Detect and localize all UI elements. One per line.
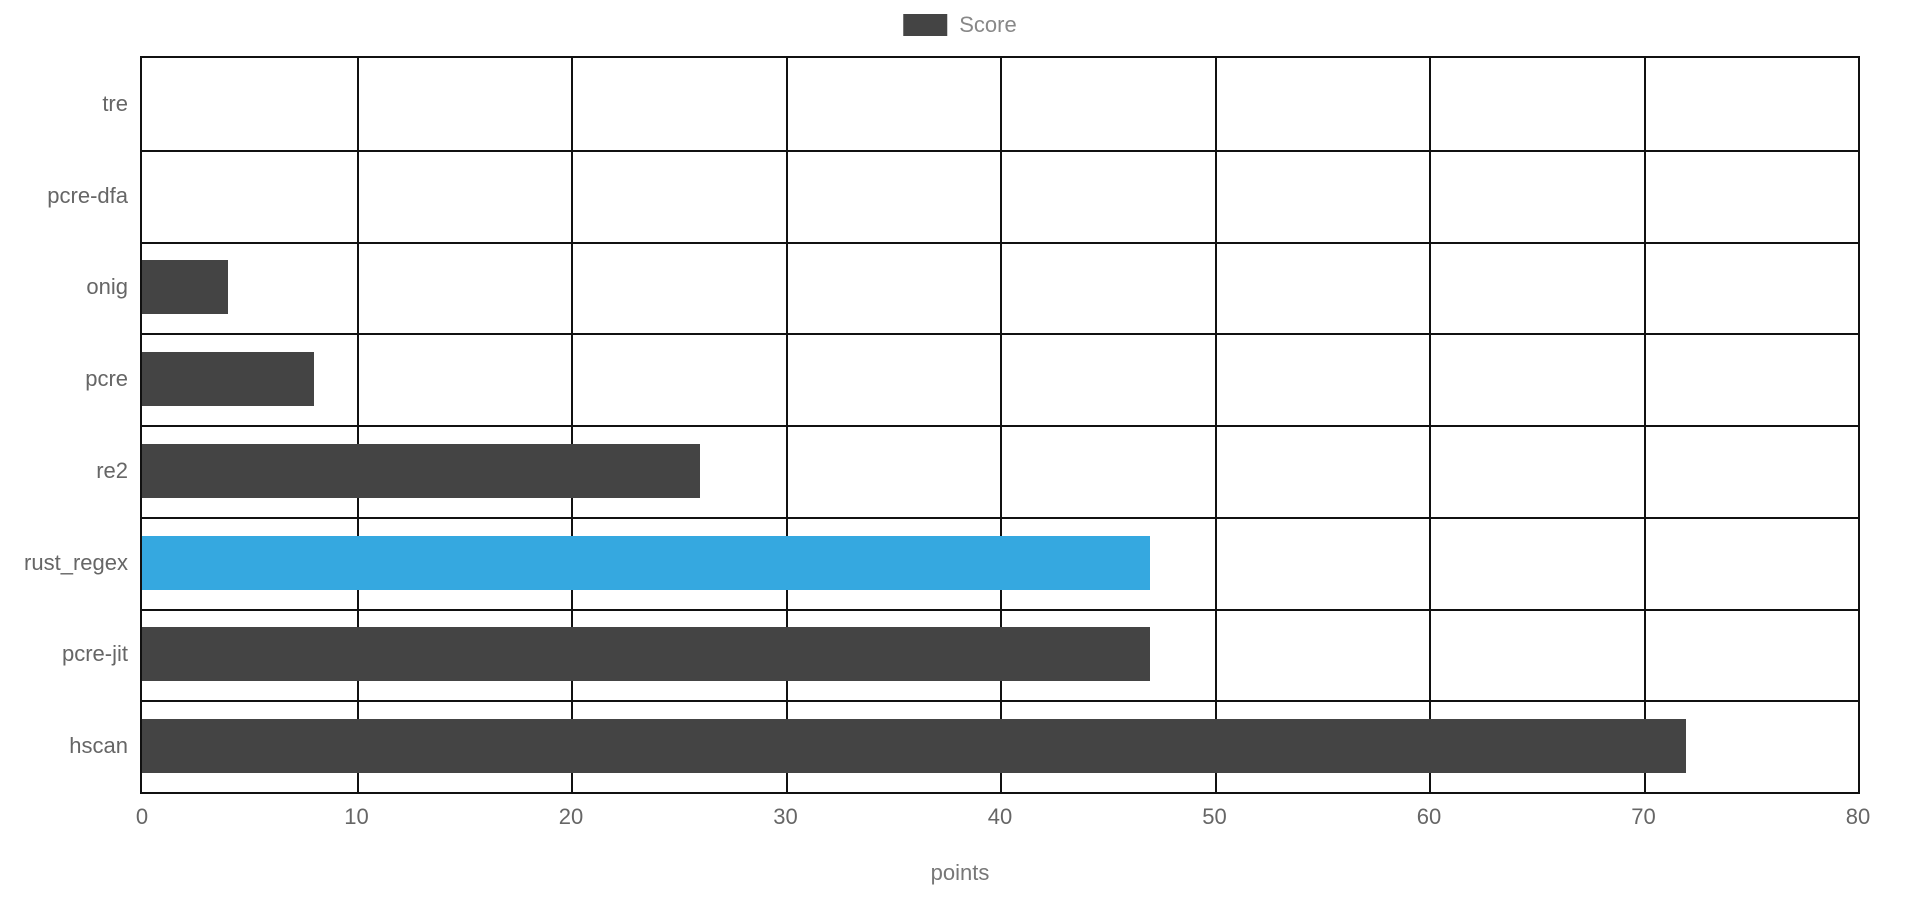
legend-swatch [903,14,947,36]
bar-pcre-jit [142,627,1150,681]
x-tick-label: 70 [1631,792,1655,830]
gridline-h [142,242,1858,244]
y-tick-label: onig [86,274,142,300]
x-tick-label: 10 [344,792,368,830]
bar-rust_regex [142,536,1150,590]
plot-area: 01020304050607080trepcre-dfaonigpcrere2r… [140,56,1860,794]
gridline-h [142,333,1858,335]
x-tick-label: 30 [773,792,797,830]
gridline-h [142,700,1858,702]
gridline-h [142,150,1858,152]
gridline-h [142,609,1858,611]
x-tick-label: 50 [1202,792,1226,830]
x-tick-label: 60 [1417,792,1441,830]
chart-container: Score 01020304050607080trepcre-dfaonigpc… [0,0,1920,914]
x-tick-label: 80 [1846,792,1870,830]
gridline-h [142,425,1858,427]
x-tick-label: 0 [136,792,148,830]
x-tick-label: 20 [559,792,583,830]
y-tick-label: pcre-jit [62,641,142,667]
y-tick-label: hscan [69,733,142,759]
bar-re2 [142,444,700,498]
legend: Score [903,12,1016,38]
x-axis-label: points [931,860,990,886]
bar-pcre [142,352,314,406]
x-tick-label: 40 [988,792,1012,830]
y-tick-label: re2 [96,458,142,484]
gridline-h [142,517,1858,519]
bar-onig [142,260,228,314]
bar-hscan [142,719,1686,773]
y-tick-label: tre [102,91,142,117]
y-tick-label: rust_regex [24,550,142,576]
y-tick-label: pcre [85,366,142,392]
legend-label: Score [959,12,1016,38]
y-tick-label: pcre-dfa [47,183,142,209]
